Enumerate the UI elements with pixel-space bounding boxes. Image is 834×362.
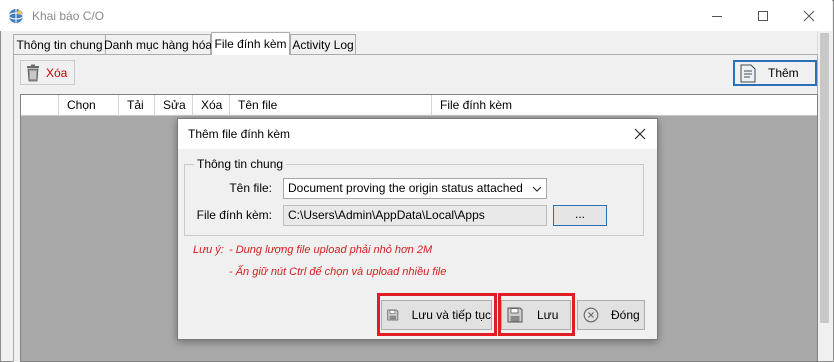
trash-icon: [27, 64, 39, 81]
close-icon: [634, 128, 646, 140]
file-name-select[interactable]: Document proving the origin status attac…: [283, 178, 547, 199]
grid-row-header: [21, 95, 58, 116]
scrollbar-thumb[interactable]: [820, 33, 829, 323]
minimize-button[interactable]: [694, 2, 740, 30]
attachment-path-input[interactable]: C:\Users\Admin\AppData\Local\Apps: [283, 205, 547, 226]
browse-button[interactable]: ...: [553, 205, 607, 226]
maximize-icon: [758, 11, 768, 21]
close-window-button[interactable]: [786, 2, 832, 30]
tab-general-info[interactable]: Thông tin chung: [13, 34, 106, 54]
tab-activity-log[interactable]: Activity Log: [290, 34, 356, 54]
column-header-delete[interactable]: Xóa: [192, 95, 229, 116]
note-label: Lưu ý:: [193, 244, 224, 256]
close-dialog-button[interactable]: Đóng: [577, 300, 645, 330]
file-name-label: Tên file:: [229, 181, 272, 195]
tab-goods-list[interactable]: Danh mục hàng hóa: [104, 34, 212, 54]
circle-close-icon: [583, 307, 599, 323]
maximize-button[interactable]: [740, 2, 786, 30]
grid-header: Chọn Tải Sửa Xóa Tên file File đính kèm: [21, 95, 817, 116]
attachment-label: File đính kèm:: [196, 208, 272, 222]
delete-button[interactable]: Xóa: [20, 60, 75, 85]
note-line-size-limit: - Dung lượng file upload phải nhỏ hơn 2M: [229, 244, 433, 256]
column-header-edit[interactable]: Sửa: [154, 95, 192, 116]
highlight-save-and-continue: [377, 293, 497, 336]
add-button[interactable]: Thêm: [733, 60, 817, 86]
add-button-label: Thêm: [768, 66, 799, 80]
column-header-select[interactable]: Chọn: [58, 95, 118, 116]
group-title: Thông tin chung: [194, 157, 287, 171]
delete-button-label: Xóa: [46, 65, 68, 80]
column-header-download[interactable]: Tải: [118, 95, 154, 116]
dialog-close-button[interactable]: [626, 121, 654, 147]
app-icon: [8, 8, 24, 24]
column-header-attachment[interactable]: File đính kèm: [431, 95, 817, 116]
window-title: Khai báo C/O: [32, 9, 105, 23]
chevron-down-icon[interactable]: [530, 182, 544, 195]
column-header-file-name[interactable]: Tên file: [229, 95, 431, 116]
tab-attachments[interactable]: File đính kèm: [211, 32, 290, 55]
document-icon: [740, 64, 756, 82]
highlight-save: [498, 293, 575, 336]
close-dialog-label: Đóng: [611, 308, 640, 322]
note-line-multi-select: - Ấn giữ nút Ctrl để chọn và upload nhiề…: [229, 266, 447, 278]
close-icon: [803, 10, 815, 22]
minimize-icon: [712, 16, 722, 17]
dialog-title: Thêm file đính kèm: [188, 127, 291, 141]
